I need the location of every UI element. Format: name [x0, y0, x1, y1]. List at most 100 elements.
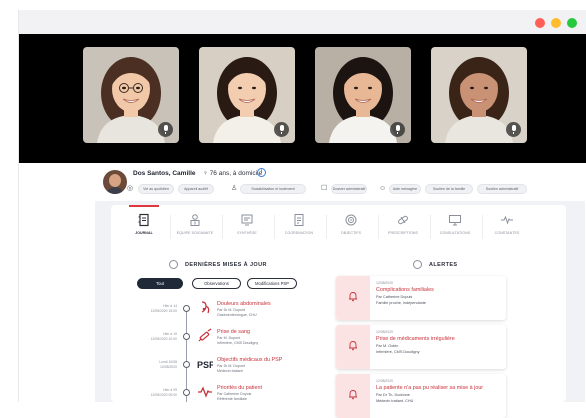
timeline-node [183, 389, 190, 396]
patient-record-app: Dos Santos, Camille ♀ 76 ans, à domicile… [95, 163, 585, 418]
app-window: Dos Santos, Camille ♀ 76 ans, à domicile… [18, 10, 586, 418]
alert-role: Infirmière, CMS Doudigny [376, 350, 420, 354]
vitals-icon [501, 215, 513, 225]
journal-icon [138, 213, 149, 227]
patient-tag-chip[interactable]: Vie au quotidien [138, 184, 174, 194]
microphone-icon[interactable] [274, 122, 289, 137]
chat-icon: ☐ [321, 185, 328, 192]
entry-role: Médecin traitant [217, 369, 243, 373]
tab-label: COORDINATION [284, 231, 314, 235]
participant-video-tile[interactable] [315, 47, 411, 143]
bell-icon [349, 390, 357, 400]
timeline-line [186, 305, 187, 402]
syringe-icon [198, 328, 212, 342]
maximize-window-button[interactable] [567, 18, 577, 28]
alert-title: La patiente n'a pas pu réaliser sa mise … [376, 385, 484, 391]
alert-card[interactable]: 12/08/2020 Prise de médicaments irréguli… [336, 325, 506, 369]
tab-coordination[interactable]: COORDINATION [275, 211, 323, 247]
microphone-icon[interactable] [158, 122, 173, 137]
entry-title: Prise de sang [217, 329, 250, 335]
alert-icon-panel [336, 325, 370, 369]
alert-author: Par Catherine Dupuis [376, 295, 413, 299]
patient-avatar[interactable] [103, 170, 127, 194]
entry-date: Lundi 10/08 10/08/2020 [159, 360, 177, 369]
tab-vitals[interactable]: CONSTANTES [483, 211, 531, 247]
alert-card[interactable]: 12/08/2020 La patiente n'a pas pu réalis… [336, 374, 506, 418]
entry-role: Référente familiale [217, 397, 247, 401]
entry-title: Douleurs abdominales [217, 301, 271, 307]
tab-label: PRESCRIPTIONS [388, 231, 418, 235]
filter-all-button[interactable]: Tout [137, 278, 183, 289]
filter-psp-changes-button[interactable]: Modifications PSP [247, 278, 297, 289]
bell-icon [349, 292, 357, 302]
alert-date: 12/08/2020 [376, 281, 393, 285]
consultations-icon [449, 215, 461, 226]
person-icon: ♙ [231, 185, 238, 192]
alert-role: Médecin traitant, CHU [376, 399, 414, 403]
participant-video-tile[interactable] [431, 47, 527, 143]
tab-label: CONSTANTES [494, 231, 520, 235]
main-content-card: JOURNAL ÉQUIPE SOIGNANTE SYNTHÈSE COORDI… [111, 205, 566, 418]
entry-role: Infirmière, CMS Doudigny [217, 341, 259, 345]
info-icon[interactable]: i [257, 168, 266, 177]
patient-tag-chip[interactable]: Appareil auditif [178, 184, 214, 194]
alert-title: Prise de médicaments irrégulière [376, 336, 455, 342]
video-call-area [19, 34, 586, 163]
alert-icon-panel [336, 374, 370, 418]
entry-title: Objectifs médicaux du PSP [217, 357, 283, 363]
prescriptions-icon [398, 215, 408, 225]
tab-summary[interactable]: SYNTHÈSE [223, 211, 271, 247]
coordination-icon [294, 214, 304, 226]
tab-consultations[interactable]: CONSULTATIONS [431, 211, 479, 247]
tab-label: ÉQUIPE SOIGNANTE [176, 231, 214, 235]
summary-icon [241, 214, 253, 226]
microphone-icon[interactable] [506, 122, 521, 137]
tab-label: OBJECTIFS [340, 231, 362, 235]
patient-tag-chip[interactable]: Aide ménagère [389, 184, 421, 194]
alert-date: 12/08/2020 [376, 379, 393, 383]
entry-date: Hier à 09 12/08/2020 09:00 [150, 388, 177, 397]
patient-tag-chip[interactable]: Sociabilisation et isolement [240, 184, 306, 194]
entry-title: Priorités du patient [217, 385, 262, 391]
patient-info: ♀ 76 ans, à domicile [203, 170, 263, 177]
tab-journal[interactable]: JOURNAL [120, 211, 168, 247]
close-window-button[interactable] [535, 18, 545, 28]
minimize-window-button[interactable] [551, 18, 561, 28]
goals-icon [345, 214, 357, 226]
timeline-node [183, 361, 190, 368]
alert-role: Famille proche, indépendante [376, 301, 427, 305]
body-icon [201, 301, 210, 314]
filter-observations-button[interactable]: Observations [192, 278, 241, 289]
patient-tag-chip[interactable]: Soutien de la famille [425, 184, 473, 194]
window-titlebar [19, 10, 586, 34]
alert-card[interactable]: 12/08/2020 Complications familiales Par … [336, 276, 506, 320]
svg-text:PSP: PSP [197, 360, 213, 370]
entry-date: Hier à 14 12/08/2020 15:00 [150, 304, 177, 313]
timeline-node [183, 305, 190, 312]
active-tab-indicator [129, 205, 159, 207]
alert-title: Complications familiales [376, 287, 434, 293]
tab-label: CONSULTATIONS [439, 231, 471, 235]
patient-name: Dos Santos, Camille [133, 170, 196, 177]
patient-tag-chip[interactable]: Soutien administratif [477, 184, 527, 194]
alerts-section-title: ALERTES [429, 262, 458, 268]
tab-care-team[interactable]: ÉQUIPE SOIGNANTE [171, 211, 219, 247]
alert-date: 12/08/2020 [376, 330, 393, 334]
tab-label: JOURNAL [135, 231, 153, 235]
entry-date: Hier à 10 12/08/2020 10:00 [150, 332, 177, 341]
updates-section-title: DERNIÈRES MISES À JOUR [185, 262, 267, 268]
alert-bell-icon [413, 260, 422, 269]
entry-role: Gastroentérologue, CHU [217, 313, 257, 317]
eye-icon: ◎ [127, 185, 134, 192]
alert-icon-panel [336, 276, 370, 320]
participant-video-tile[interactable] [199, 47, 295, 143]
patient-tag-chip[interactable]: Dossier administratif [331, 184, 367, 194]
bell-icon [349, 341, 357, 351]
group-icon: ☺ [379, 185, 387, 192]
tab-prescriptions[interactable]: PRESCRIPTIONS [379, 211, 427, 247]
microphone-icon[interactable] [390, 122, 405, 137]
psp-icon: PSP [197, 360, 213, 370]
participant-video-tile[interactable] [83, 47, 179, 143]
tab-goals[interactable]: OBJECTIFS [327, 211, 375, 247]
tab-label: SYNTHÈSE [237, 231, 257, 235]
